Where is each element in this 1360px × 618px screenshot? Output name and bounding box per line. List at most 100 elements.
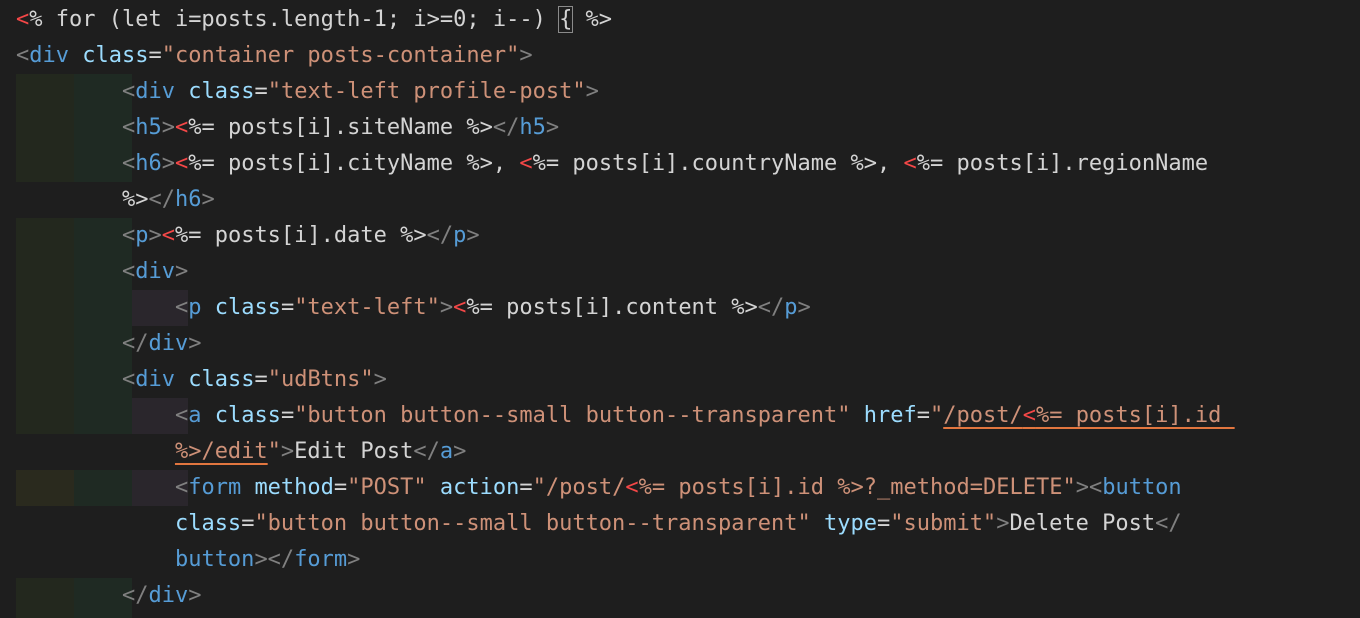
code-token: div (29, 43, 69, 68)
code-token: < (903, 151, 917, 176)
code-token: = (254, 79, 268, 104)
code-token: div (135, 367, 175, 392)
code-line-10[interactable]: </div> (16, 326, 202, 362)
code-line-12[interactable]: <a class="button button--small button--t… (16, 398, 1235, 434)
code-token: "POST" (347, 475, 427, 500)
code-token: %= posts[i].content %> (466, 295, 758, 320)
code-line-17[interactable]: </div> (16, 578, 202, 614)
code-line-13[interactable]: %>/edit">Edit Post</a> (16, 434, 466, 470)
code-token: < (625, 475, 639, 500)
code-token: h5 (135, 115, 162, 140)
code-token: a (188, 403, 202, 428)
code-token: action (439, 475, 520, 500)
code-token: %> (121, 187, 149, 212)
code-token: type (823, 511, 877, 536)
code-token: </ (426, 223, 454, 248)
code-token: < (16, 7, 30, 32)
code-token: form (294, 547, 348, 572)
code-token: </ (492, 115, 520, 140)
code-line-1[interactable]: <% for (let i=posts.length-1; i>=0; i--)… (16, 2, 612, 38)
code-token: %= posts[i].id (1035, 403, 1235, 428)
code-token: < (121, 367, 136, 392)
code-token: "button button--small button--transparen… (254, 511, 811, 536)
code-token: > (545, 115, 560, 140)
code-token: class (188, 367, 255, 392)
code-token: class (174, 511, 242, 536)
code-token: = (519, 475, 533, 500)
code-line-16[interactable]: button></form> (16, 542, 360, 578)
code-line-4[interactable]: <h5><%= posts[i].siteName %></h5> (16, 110, 559, 146)
code-token: > (174, 259, 189, 284)
code-token: h5 (519, 115, 546, 140)
code-token: > (466, 223, 480, 248)
code-token: > (347, 547, 361, 572)
code-token: = (280, 403, 295, 428)
code-line-6[interactable]: %></h6> (16, 182, 215, 218)
code-token: > (585, 79, 599, 104)
code-token: </ (148, 187, 175, 212)
code-token: < (174, 295, 189, 320)
code-token: > (996, 511, 1010, 536)
code-token: < (519, 151, 533, 176)
code-token: %= posts[i].date %> (174, 223, 427, 248)
code-token: > (280, 439, 295, 464)
code-token: div (135, 259, 175, 284)
code-token: = (148, 43, 162, 68)
code-line-14[interactable]: <form method="POST" action="/post/<%= po… (16, 470, 1182, 506)
code-token: class (214, 295, 281, 320)
code-token: div (148, 331, 189, 356)
code-token: form (188, 475, 242, 500)
code-token: < (1022, 403, 1036, 428)
code-line-3[interactable]: <div class="text-left profile-post"> (16, 74, 599, 110)
code-token: < (16, 43, 30, 68)
code-token: < (174, 115, 189, 140)
code-token: p (135, 223, 149, 248)
code-token: Edit Post (294, 439, 414, 464)
code-token: </ (121, 583, 149, 608)
code-token: %= posts[i].cityName %>, (188, 151, 520, 176)
code-line-11[interactable]: <div class="udBtns"> (16, 362, 387, 398)
code-line-9[interactable]: <p class="text-left"><%= posts[i].conten… (16, 290, 811, 326)
code-token: < (121, 223, 136, 248)
code-line-2[interactable]: <div class="container posts-container"> (16, 38, 533, 74)
code-token: = (254, 367, 268, 392)
code-line-7[interactable]: <p><%= posts[i].date %></p> (16, 218, 480, 254)
code-token: </ (757, 295, 785, 320)
code-token: > (373, 367, 387, 392)
code-token: p (784, 295, 798, 320)
code-token: class (82, 43, 149, 68)
code-token: > (201, 187, 215, 212)
code-token: p (188, 295, 202, 320)
code-token: < (121, 115, 136, 140)
code-token: < (161, 223, 175, 248)
code-line-5[interactable]: <h6><%= posts[i].cityName %>, <%= posts[… (16, 146, 1208, 182)
code-line-8[interactable]: <div> (16, 254, 188, 290)
code-token: ></ (254, 547, 295, 572)
code-token: %= posts[i].regionName (916, 151, 1209, 176)
code-token: div (148, 583, 189, 608)
code-token: < (121, 259, 136, 284)
code-line-15[interactable]: class="button button--small button--tran… (16, 506, 1182, 542)
code-token: > (439, 295, 454, 320)
code-token: p (453, 223, 467, 248)
code-editor[interactable]: <% for (let i=posts.length-1; i>=0; i--)… (0, 0, 1360, 618)
code-token: < (174, 475, 189, 500)
code-token: href (863, 403, 917, 428)
code-token: < (453, 295, 467, 320)
code-token: > (161, 115, 175, 140)
code-token: " (267, 439, 281, 464)
code-token: </ (413, 439, 440, 464)
code-token: h6 (135, 151, 162, 176)
code-token: div (135, 79, 175, 104)
